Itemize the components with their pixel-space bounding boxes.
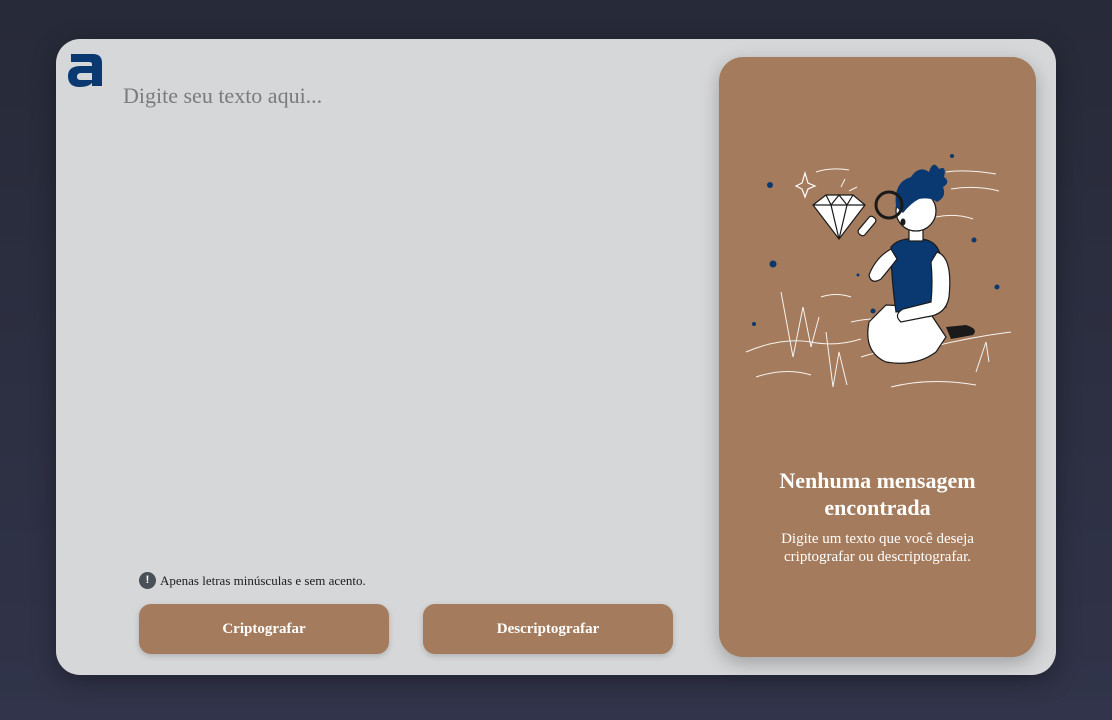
- hint-text: Apenas letras minúsculas e sem acento.: [160, 572, 366, 588]
- decrypt-button[interactable]: Descriptografar: [423, 604, 673, 654]
- message-input[interactable]: [123, 83, 703, 553]
- input-hint: ! Apenas letras minúsculas e sem acento.: [139, 572, 366, 589]
- person-magnifying-glass-illustration: [745, 154, 1012, 388]
- app-card: ! Apenas letras minúsculas e sem acento.…: [56, 39, 1056, 675]
- exclamation-circle-icon: !: [139, 572, 156, 589]
- result-message: Digite um texto que você deseja criptogr…: [781, 531, 974, 565]
- result-panel: Nenhuma mensagem encontrada Digite um te…: [719, 57, 1036, 657]
- encrypt-button[interactable]: Criptografar: [139, 604, 389, 654]
- alura-logo-icon: [68, 54, 102, 87]
- result-title: Nenhuma mensagem encontrada: [779, 468, 976, 520]
